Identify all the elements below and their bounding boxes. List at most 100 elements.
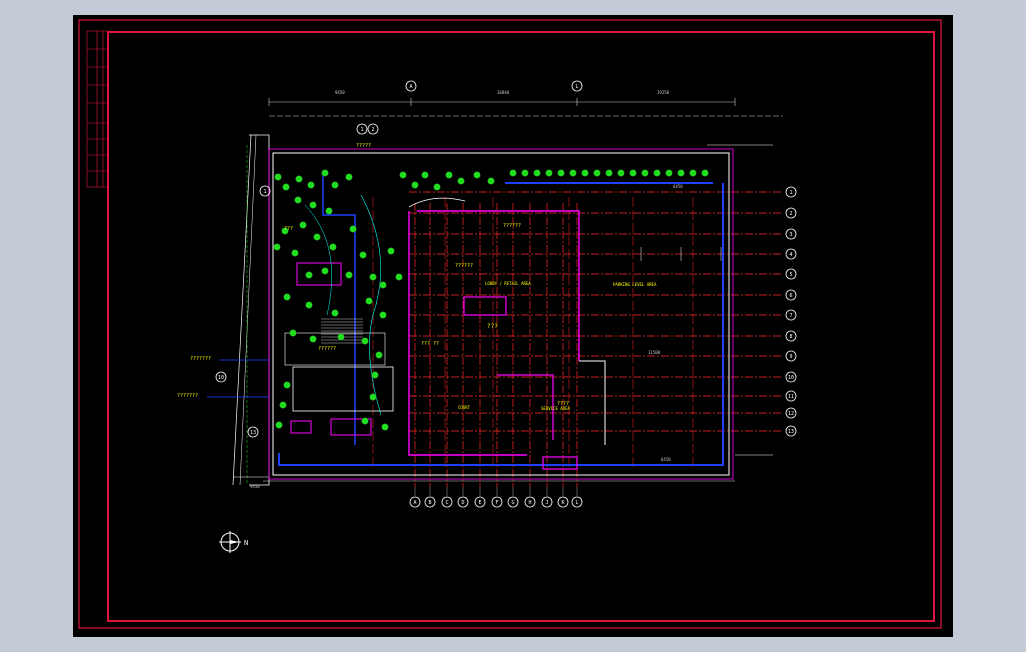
grid-bubble-7: 7 <box>789 313 792 319</box>
tree-59 <box>433 183 441 191</box>
note-label-9: ??????? <box>190 356 211 362</box>
grid-bubble-F: F <box>495 500 498 506</box>
tree-33 <box>291 249 299 257</box>
tree-58 <box>421 171 429 179</box>
magenta-wall-2 <box>417 210 580 361</box>
cad-viewport[interactable]: A B C D E F G H J K L A L 1 2 3 4 5 6 7 8 9 10 11 12 13 1 10 13 1 2 PA… <box>73 15 953 637</box>
tree-12 <box>653 169 661 177</box>
tree-38 <box>369 273 377 281</box>
tree-8 <box>605 169 613 177</box>
grid-bubble-8: 8 <box>789 334 792 340</box>
north-arrow: N <box>219 531 248 553</box>
note-label-3: ?????? <box>455 263 473 269</box>
court-label: COURT <box>458 405 471 410</box>
note-label-5: ?????? <box>318 346 336 352</box>
dim-3: 19250 <box>657 90 670 95</box>
tree-4 <box>557 169 565 177</box>
grid-bubble-G: G <box>511 500 514 506</box>
dim-5: 11500 <box>648 350 661 355</box>
tree-53 <box>361 417 369 425</box>
grid-bubble-H: H <box>528 500 531 506</box>
tree-52 <box>369 393 377 401</box>
cad-drawing[interactable]: A B C D E F G H J K LA L12345678910111213110131 2 PA… <box>73 15 953 637</box>
tree-64 <box>387 247 395 255</box>
grid-bubble-K: K <box>561 500 564 506</box>
drain-line-west <box>322 175 356 445</box>
grid-bubble-D: D <box>461 500 464 506</box>
grid-bubble-small-2: 2 <box>371 127 374 133</box>
dim-6: 6450 <box>661 457 671 462</box>
grid-bubble-6: 6 <box>789 293 792 299</box>
parking-label: PARKING LEVEL AREA <box>613 282 657 287</box>
grid-bubble-4: 4 <box>789 252 792 258</box>
dim-2: 16840 <box>497 90 510 95</box>
tree-17 <box>274 173 282 181</box>
note-label-10: ??????? <box>177 393 198 399</box>
tree-60 <box>445 171 453 179</box>
tree-7 <box>593 169 601 177</box>
curved-wall <box>408 197 466 208</box>
grid-bubble-top-L: L <box>575 84 578 90</box>
building-outline <box>272 152 730 476</box>
lobby-label: LOBBY / RETAIL AREA <box>485 281 531 286</box>
core-box <box>463 296 507 316</box>
title-strip <box>86 30 109 188</box>
outer-frame <box>78 19 942 629</box>
tree-63 <box>487 177 495 185</box>
landscape-trees <box>273 169 709 431</box>
tree-2 <box>533 169 541 177</box>
grid-bubble-13: 13 <box>788 429 794 435</box>
grid-bubble-E: E <box>478 500 481 506</box>
note-label-7: ??? ?? <box>421 341 439 347</box>
tree-47 <box>361 337 369 345</box>
tree-51 <box>371 371 379 379</box>
note-label-1: ????? <box>356 143 371 149</box>
garden-path-2 <box>304 204 332 316</box>
tree-46 <box>337 333 345 341</box>
inner-wall-1 <box>579 360 606 445</box>
area-labels: PARKING LEVEL AREA LOBBY / RETAIL AREA C… <box>458 281 657 411</box>
tree-43 <box>379 311 387 319</box>
grid-bubble-B: B <box>428 500 431 506</box>
grid-bubble-L: L <box>575 500 578 506</box>
tree-41 <box>331 309 339 317</box>
grid-bubble-left-1: 1 <box>263 189 266 195</box>
grid-bubble-3: 3 <box>789 232 792 238</box>
tree-23 <box>345 173 353 181</box>
grid-bubble-9: 9 <box>789 354 792 360</box>
tree-54 <box>381 423 389 431</box>
tree-24 <box>294 196 302 204</box>
entry-box <box>542 456 578 470</box>
tree-48 <box>375 351 383 359</box>
tree-20 <box>307 181 315 189</box>
tree-9 <box>617 169 625 177</box>
tree-39 <box>283 293 291 301</box>
note-label-8: ???? <box>557 401 569 407</box>
grid-bubble-left-10: 10 <box>218 375 224 381</box>
tree-55 <box>275 421 283 429</box>
tree-27 <box>299 221 307 229</box>
tree-29 <box>313 233 321 241</box>
tree-16 <box>701 169 709 177</box>
tree-19 <box>295 175 303 183</box>
tree-14 <box>677 169 685 177</box>
tree-22 <box>331 181 339 189</box>
dimension-labels: 9450 16840 19250 6450 11500 6450 9450 <box>250 90 683 489</box>
dim-7: 9450 <box>250 484 260 489</box>
note-label-2: ?????? <box>503 223 521 229</box>
grid-bubble-10: 10 <box>788 375 794 381</box>
grid-bubble-top-A: A <box>409 84 412 90</box>
note-label-6: ??? <box>284 226 293 232</box>
tree-49 <box>283 381 291 389</box>
dim-4: 6450 <box>673 184 683 189</box>
tree-30 <box>329 243 337 251</box>
tree-62 <box>473 171 481 179</box>
inner-frame <box>107 31 935 622</box>
tree-11 <box>641 169 649 177</box>
tree-0 <box>509 169 517 177</box>
grid-bubble-C: C <box>445 500 448 506</box>
tree-25 <box>309 201 317 209</box>
tree-26 <box>325 207 333 215</box>
tree-13 <box>665 169 673 177</box>
tree-36 <box>321 267 329 275</box>
